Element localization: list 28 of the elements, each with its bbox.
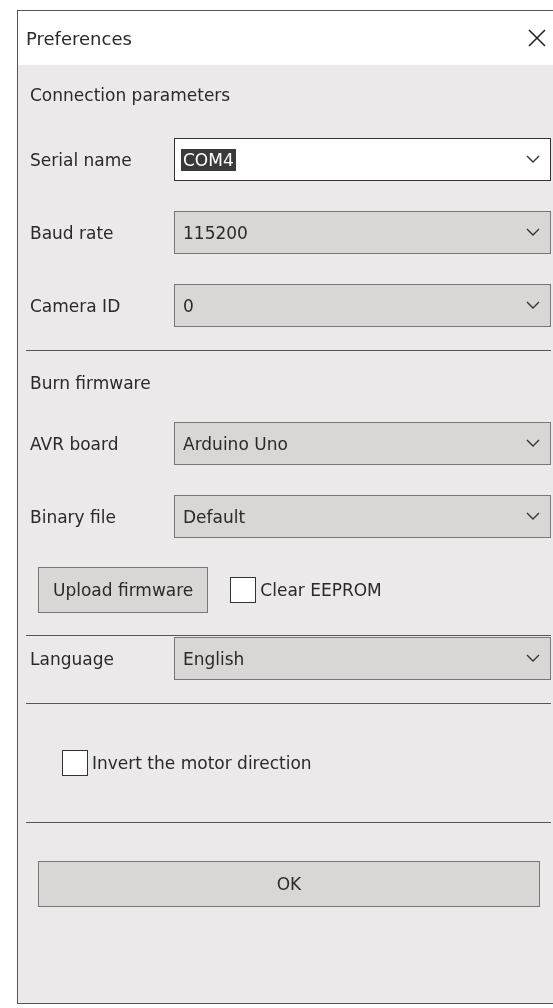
chevron-down-icon: [526, 439, 540, 448]
chevron-down-icon: [526, 512, 540, 521]
checkbox-label: Clear EEPROM: [260, 580, 382, 600]
ok-button[interactable]: OK: [38, 861, 540, 907]
chevron-down-icon: [526, 301, 540, 310]
close-icon[interactable]: [527, 28, 547, 48]
window-title: Preferences: [26, 27, 132, 49]
checkbox[interactable]: [62, 750, 88, 776]
field-label: AVR board: [30, 433, 120, 454]
section-heading: Connection parameters: [30, 85, 232, 107]
dropdown-field[interactable]: Default: [174, 495, 551, 538]
chevron-down-icon: [526, 155, 540, 164]
section-heading: Burn firmware: [30, 373, 152, 395]
dropdown-field[interactable]: 115200: [174, 211, 551, 254]
checkbox[interactable]: [230, 577, 257, 603]
checkbox-label: Invert the motor direction: [92, 753, 312, 773]
field-label: Binary file: [30, 506, 117, 527]
upload-firmware-button[interactable]: Upload firmware: [38, 567, 209, 613]
field-label: Baud rate: [30, 222, 115, 243]
field-label: Serial name: [30, 149, 133, 170]
chevron-down-icon: [526, 654, 540, 663]
chevron-down-icon: [526, 228, 540, 237]
dropdown-field[interactable]: English: [174, 637, 551, 680]
field-label: Language: [30, 648, 115, 669]
dropdown-field[interactable]: Arduino Uno: [174, 422, 551, 465]
dropdown-field[interactable]: COM4: [174, 138, 551, 181]
field-label: Camera ID: [30, 295, 122, 316]
dropdown-field[interactable]: 0: [174, 284, 551, 327]
